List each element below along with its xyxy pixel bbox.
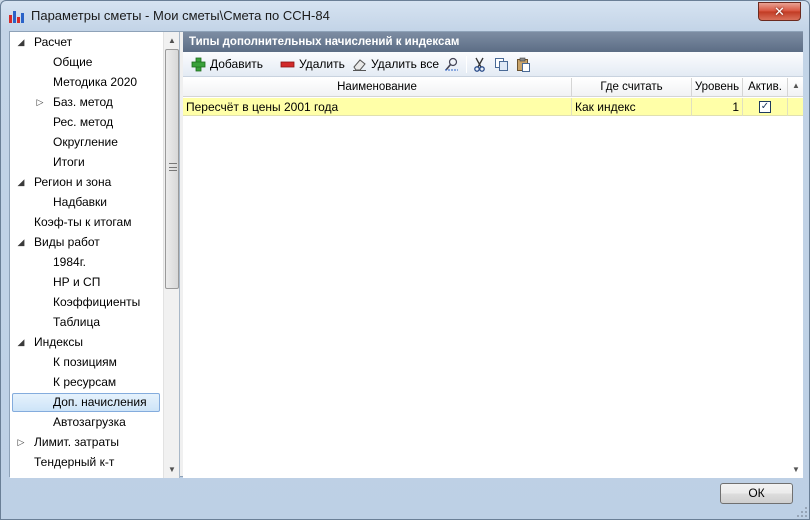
tree-item[interactable]: Коэффициенты [10,292,168,312]
copy-button[interactable] [494,56,510,73]
table-header: Наименование Где считать Уровень Актив. [183,78,803,97]
tree-item-label: НР и СП [53,275,101,289]
tree-item-label: Округление [53,135,118,149]
expand-arrow-icon[interactable]: ◢ [16,232,26,252]
tree-item[interactable]: ◢ Индексы [10,332,168,352]
tree-item-label: 1984г. [53,255,86,269]
tree-scrollbar[interactable]: ▲ ▼ [163,32,179,478]
tree-item[interactable]: ◢ Виды работ [10,232,168,252]
tree-item[interactable]: ▷ Лимит. затраты [10,432,168,452]
tree-item[interactable]: Методика 2020 [10,72,168,92]
tree-item-label: Регион и зона [34,175,112,189]
delete-all-label: Удалить все [371,57,440,71]
cell-active: ✓ [743,98,788,116]
clear-filter-button[interactable] [444,56,461,73]
col-header-level[interactable]: Уровень [692,78,743,97]
cut-button[interactable] [472,56,488,73]
plus-icon [191,57,206,72]
tree-item-label: Общие [53,55,93,69]
close-button[interactable]: ✕ [758,2,801,21]
tree-item-label: Индексы [34,335,83,349]
tree-item[interactable]: ▷ Баз. метод [10,92,168,112]
tree-item-label: Виды работ [34,235,100,249]
title-bar[interactable]: Параметры сметы - Мои сметы\Смета по ССН… [1,1,809,31]
tree-item-label: Лимит. затраты [34,435,119,449]
tree-item[interactable]: Автозагрузка [10,412,168,432]
tree-item[interactable]: Рес. метод [10,112,168,132]
delete-label: Удалить [299,57,345,71]
tree-item-label: К позициям [53,355,117,369]
brush-icon [445,57,458,71]
tree-item[interactable]: ◢ Расчет [10,32,168,52]
col-header-active[interactable]: Актив. [743,78,788,97]
tree-item-label: Баз. метод [53,95,113,109]
tree-item[interactable]: К ресурсам [10,372,168,392]
tree-item-label: Таблица [53,315,101,329]
expand-arrow-icon[interactable]: ◢ [16,332,26,352]
tree-item-label: Доп. начисления [53,395,147,409]
tree-item[interactable]: Коэф-ты к итогам [10,212,168,232]
tree-item[interactable]: Таблица [10,312,168,332]
accruals-panel: Типы дополнительных начислений к индекса… [183,32,803,478]
scissors-icon [474,57,485,72]
expand-arrow-icon[interactable]: ◢ [16,32,26,52]
minus-icon [280,61,295,68]
table-scrollbar[interactable]: ▲ ▼ [789,78,803,478]
resize-grip-icon[interactable] [796,506,808,518]
collapse-arrow-icon[interactable]: ▷ [35,92,45,112]
settings-tree: ◢ Расчет Общие Методика 2020 ▷ Баз. метод Рес.… [10,32,180,478]
paste-button[interactable] [516,56,532,73]
tree-item[interactable]: Общие [10,52,168,72]
add-label: Добавить [210,57,264,71]
ok-button[interactable]: ОК [720,483,793,504]
panel-title: Типы дополнительных начислений к индекса… [183,32,803,52]
cell-where[interactable]: Как индекс [572,98,692,116]
tree-item[interactable]: Доп. начисления [10,392,168,412]
scroll-up-icon[interactable]: ▲ [164,32,179,49]
cell-name[interactable]: Пересчёт в цены 2001 года [183,98,572,116]
tree-item-label: Тендерный к-т [34,455,115,469]
tree-item-label: Коэф-ты к итогам [34,215,132,229]
tree-list: ◢ Расчет Общие Методика 2020 ▷ Баз. метод Рес.… [10,32,168,472]
tree-item-label: Рес. метод [53,115,114,129]
eraser-icon [353,59,366,71]
table-row[interactable]: Пересчёт в цены 2001 года Как индекс 1 ✓ [183,98,803,116]
col-header-name[interactable]: Наименование [183,78,572,97]
dialog-window: Параметры сметы - Мои сметы\Смета по ССН… [0,0,810,520]
tree-item-label: Автозагрузка [53,415,126,429]
copy-icon [495,58,508,71]
active-checkbox[interactable]: ✓ [759,101,771,113]
tree-item-label: Коэффициенты [53,295,141,309]
tree-item-label: Надбавки [53,195,107,209]
tree-item[interactable]: 1984г. [10,252,168,272]
collapse-arrow-icon[interactable]: ▷ [16,432,26,452]
tree-item-label: К ресурсам [53,375,117,389]
client-area: ◢ Расчет Общие Методика 2020 ▷ Баз. метод Рес.… [9,31,803,478]
toolbar: Добавить Удалить Удалить все [183,52,803,77]
app-chart-icon [9,8,25,24]
tree-item-label: Расчет [34,35,73,49]
tree-item-label: Методика 2020 [53,75,138,89]
scroll-down-icon[interactable]: ▼ [789,465,803,474]
cell-level[interactable]: 1 [692,98,743,116]
tree-item[interactable]: К позициям [10,352,168,372]
window-title: Параметры сметы - Мои сметы\Смета по ССН… [31,8,330,23]
tree-item[interactable]: Итоги [10,152,168,172]
grip-icon [169,163,177,171]
paste-icon [517,57,530,72]
scroll-thumb[interactable] [165,49,179,289]
col-header-where[interactable]: Где считать [572,78,692,97]
tree-item[interactable]: Тендерный к-т [10,452,168,472]
expand-arrow-icon[interactable]: ◢ [16,172,26,192]
scroll-up-icon[interactable]: ▲ [789,81,803,90]
tree-item-label: Итоги [53,155,85,169]
tree-item[interactable]: Надбавки [10,192,168,212]
scroll-down-icon[interactable]: ▼ [164,461,179,478]
tree-item[interactable]: Округление [10,132,168,152]
toolbar-separator [466,56,467,73]
tree-item[interactable]: ◢ Регион и зона [10,172,168,192]
tree-item[interactable]: НР и СП [10,272,168,292]
